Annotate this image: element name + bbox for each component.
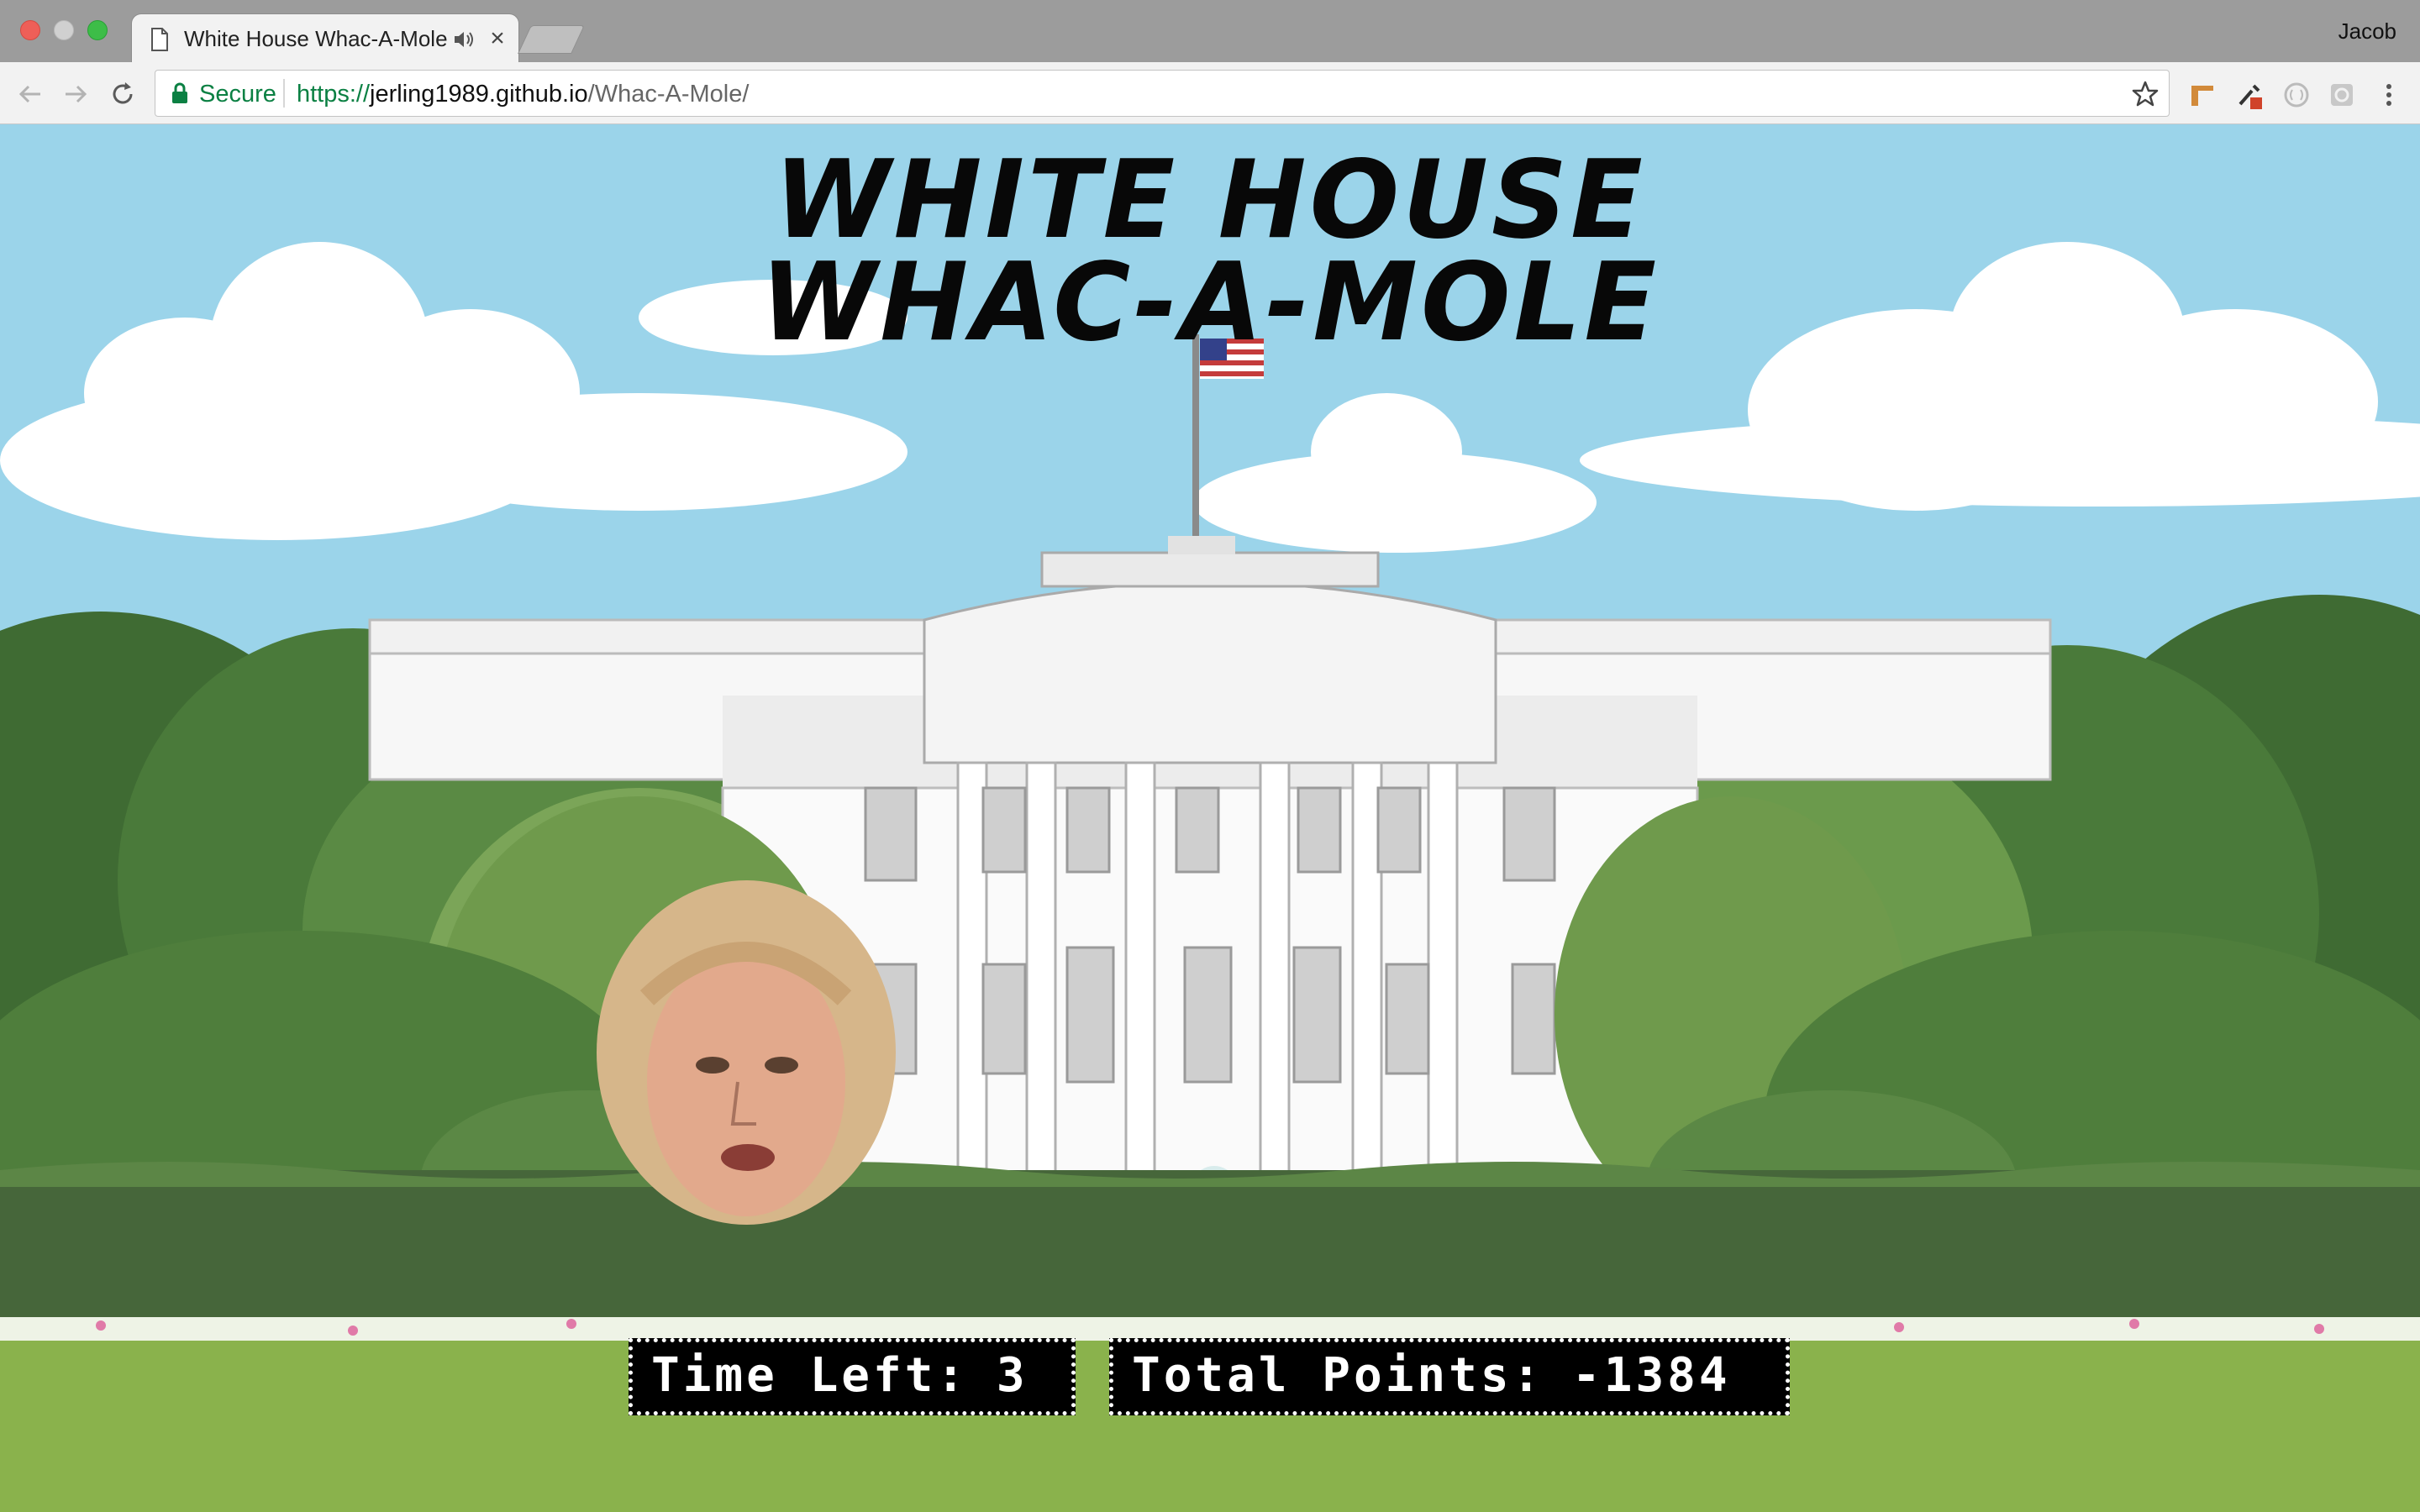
game-title-line-2: WHAC-A-MOLE	[760, 240, 1660, 365]
extension-gear-icon[interactable]	[2328, 81, 2356, 109]
tab-title: White House Whac-A-Mole	[184, 26, 448, 51]
tab-close-icon[interactable]: ×	[485, 24, 510, 53]
back-icon[interactable]	[15, 79, 45, 109]
page-icon	[151, 28, 168, 51]
bookmark-star-icon[interactable]	[2130, 79, 2160, 109]
hedge	[0, 1170, 2420, 1321]
audio-playing-icon[interactable]	[453, 29, 475, 50]
new-tab-button[interactable]	[518, 25, 585, 54]
browser-toolbar: Secure https://jerling1989.github.io/Wha…	[0, 62, 2420, 124]
time-left-label: Time Left:	[651, 1348, 969, 1403]
mole-face[interactable]	[597, 880, 896, 1225]
game-title-line-1: WHITE HOUSE	[774, 138, 1646, 263]
window-minimize-button[interactable]	[54, 20, 74, 40]
game-title: WHITE HOUSE WHAC-A-MOLE	[24, 138, 2396, 365]
browser-tab-strip: White House Whac-A-Mole × Jacob	[0, 0, 2420, 64]
profile-name[interactable]: Jacob	[2338, 18, 2396, 45]
window-maximize-button[interactable]	[87, 20, 108, 40]
address-bar[interactable]: Secure https://jerling1989.github.io/Wha…	[155, 70, 2170, 117]
url-text[interactable]: https://jerling1989.github.io/Whac-A-Mol…	[297, 81, 749, 108]
time-left-display: Time Left: 3	[629, 1338, 1076, 1415]
reload-icon[interactable]	[108, 79, 138, 109]
window-close-button[interactable]	[20, 20, 40, 40]
security-label: Secure	[199, 81, 276, 108]
game-page: WHITE HOUSE WHAC-A-MOLE Time Left: 3 Tot…	[0, 124, 2420, 1512]
time-left-value: 3	[996, 1348, 1028, 1403]
url-scheme: https://	[297, 81, 371, 108]
url-separator	[283, 79, 285, 108]
total-points-value: -1384	[1572, 1348, 1731, 1403]
total-points-label: Total Points:	[1132, 1348, 1544, 1403]
url-path: /Whac-A-Mole/	[587, 81, 750, 108]
extension-eyedropper-icon[interactable]	[2235, 81, 2264, 109]
extension-circle-icon[interactable]	[2282, 81, 2311, 109]
forward-icon[interactable]	[60, 79, 91, 109]
browser-tab[interactable]: White House Whac-A-Mole ×	[131, 13, 519, 64]
extension-ruler-icon[interactable]	[2188, 81, 2217, 109]
browser-menu-icon[interactable]	[2375, 81, 2403, 109]
lock-icon	[172, 82, 187, 103]
url-host: jerling1989.github.io	[370, 81, 588, 108]
total-points-display: Total Points: -1384	[1109, 1338, 1790, 1415]
